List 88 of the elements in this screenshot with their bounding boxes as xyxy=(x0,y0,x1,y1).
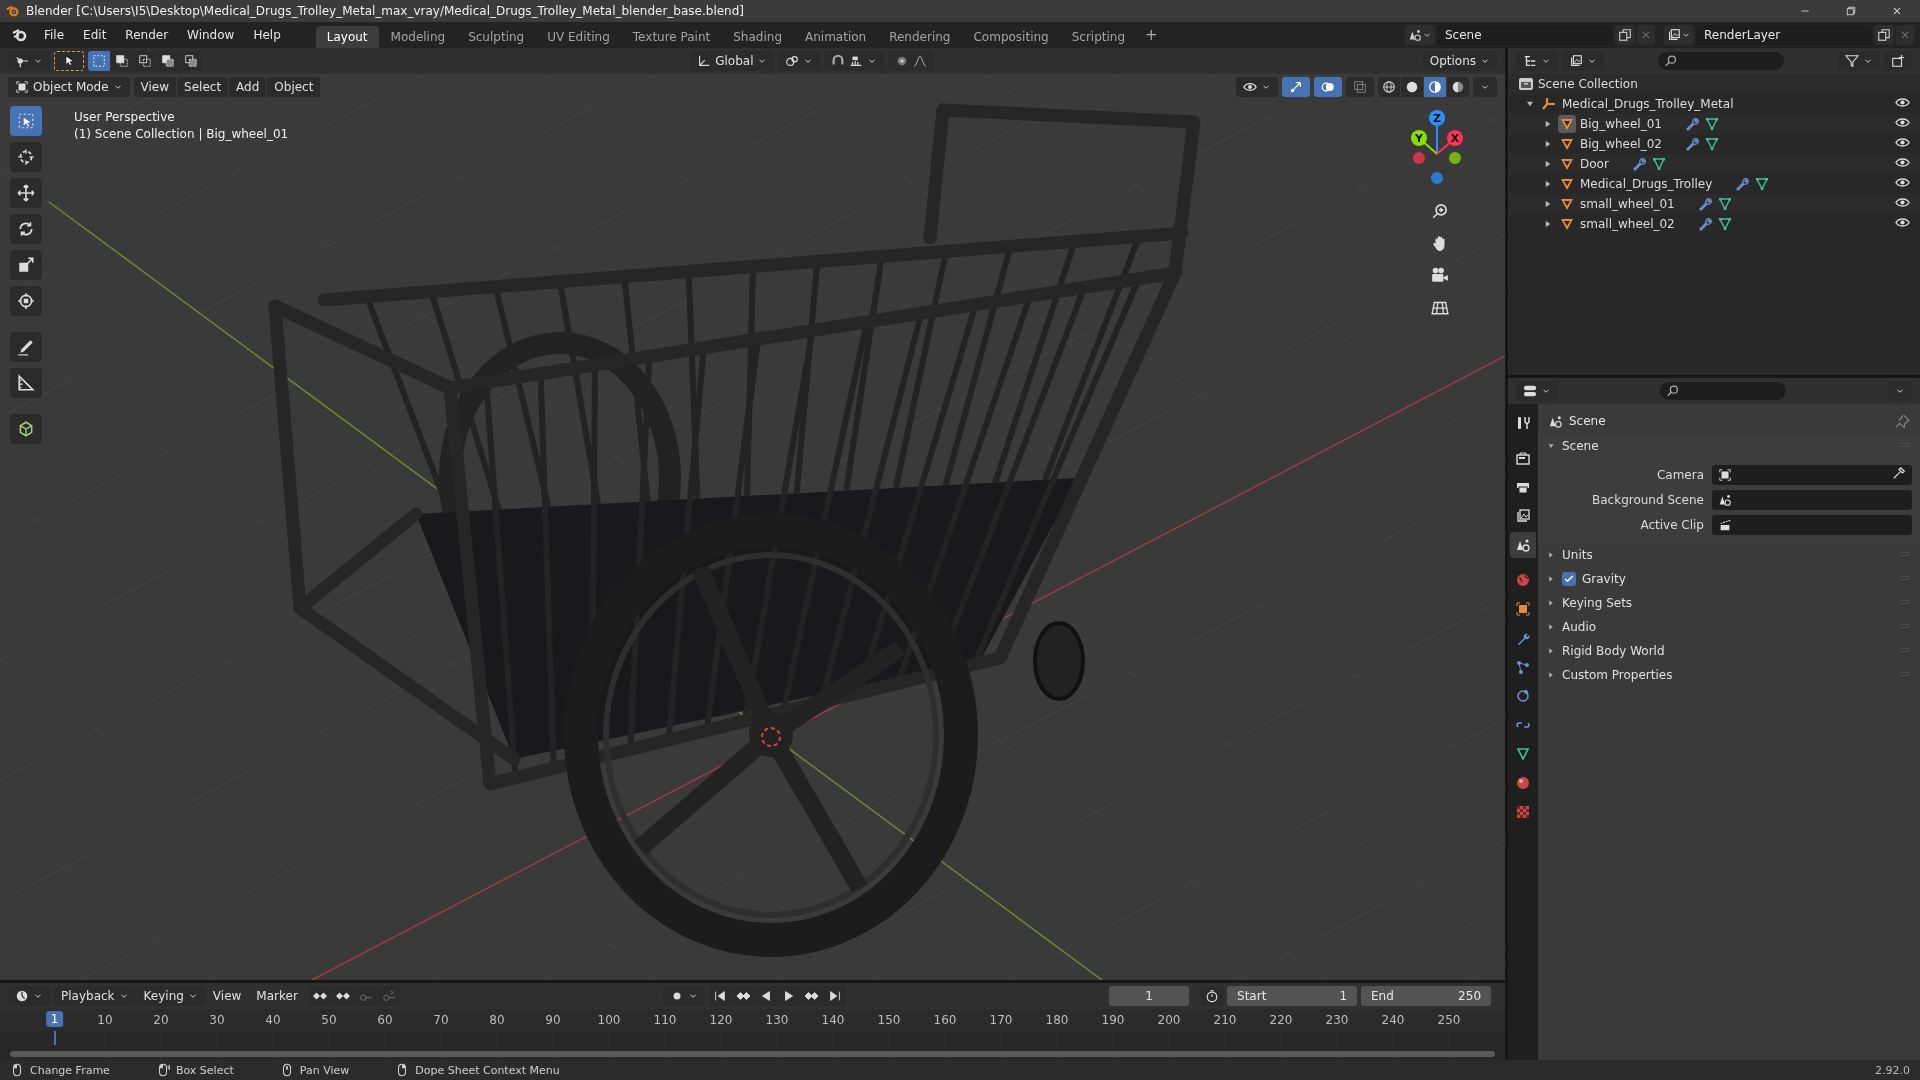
panel-title[interactable]: Keying Sets xyxy=(1562,596,1633,610)
frame-number: 160 xyxy=(933,1013,957,1027)
menu-item[interactable]: Edit xyxy=(74,25,116,45)
menu-item[interactable]: Window xyxy=(178,25,244,45)
status-hint: Pan View xyxy=(299,1063,350,1077)
workspace-tab[interactable]: Texture Paint xyxy=(621,26,722,48)
panel-title[interactable]: Audio xyxy=(1562,620,1597,634)
menu-item[interactable]: File xyxy=(35,25,74,45)
frame-number: 230 xyxy=(1325,1013,1349,1027)
frame-number: 250 xyxy=(1437,1013,1461,1027)
viewport-menu[interactable]: Object xyxy=(267,77,321,97)
axis-handle[interactable]: X xyxy=(1447,130,1463,146)
outliner-item[interactable]: Big_wheel_02 xyxy=(1580,137,1662,151)
viewport-menu[interactable]: View xyxy=(133,77,177,97)
menu-item[interactable]: Help xyxy=(244,25,290,45)
field-label: Camera xyxy=(1655,467,1704,482)
frame-number: 20 xyxy=(153,1013,169,1027)
workspace-tab[interactable]: Layout xyxy=(315,26,379,48)
playhead-frame-indicator[interactable]: 1 xyxy=(45,1011,64,1027)
frame-number: 100 xyxy=(597,1013,621,1027)
frame-number: 50 xyxy=(321,1013,337,1027)
viewport-menu[interactable]: Select xyxy=(177,77,229,97)
frame-number: 90 xyxy=(545,1013,561,1027)
add-workspace-button[interactable]: + xyxy=(1137,26,1166,44)
status-hint: Box Select xyxy=(175,1063,234,1077)
workspace-tab[interactable]: Scripting xyxy=(1060,26,1137,48)
frame-number: 170 xyxy=(989,1013,1013,1027)
panel-title[interactable]: Gravity xyxy=(1582,572,1626,586)
frame-number: 190 xyxy=(1101,1013,1125,1027)
context-path: Scene xyxy=(1569,414,1606,428)
frame-number: 140 xyxy=(821,1013,845,1027)
options-dropdown[interactable]: Options xyxy=(1422,51,1497,71)
outliner-item[interactable]: small_wheel_02 xyxy=(1580,217,1675,231)
timeline-menu[interactable]: Marker xyxy=(249,986,305,1006)
frame-number: 180 xyxy=(1045,1013,1069,1027)
workspace-tab[interactable]: Rendering xyxy=(878,26,962,48)
workspace-tab[interactable]: Animation xyxy=(794,26,878,48)
frame-number: 200 xyxy=(1157,1013,1181,1027)
outliner-item[interactable]: small_wheel_01 xyxy=(1580,197,1675,211)
frame-number: 150 xyxy=(877,1013,901,1027)
outliner-item[interactable]: Door xyxy=(1580,157,1609,171)
timeline-menu[interactable]: Playback xyxy=(54,986,136,1006)
version-label: 2.92.0 xyxy=(1875,1063,1910,1077)
viewport-menu[interactable]: Add xyxy=(229,77,267,97)
mode-dropdown[interactable]: Object Mode xyxy=(8,77,130,97)
current-frame-field[interactable]: 1 xyxy=(1109,986,1189,1006)
frame-number: 10 xyxy=(97,1013,113,1027)
start-frame-field[interactable]: Start 1 xyxy=(1227,986,1357,1006)
workspace-tab[interactable]: Compositing xyxy=(962,26,1060,48)
panel-title[interactable]: Rigid Body World xyxy=(1562,644,1665,658)
axis-handle[interactable]: Y xyxy=(1411,130,1427,146)
frame-number: 70 xyxy=(433,1013,449,1027)
frame-number: 40 xyxy=(265,1013,281,1027)
scene-field[interactable]: Scene xyxy=(1437,25,1613,45)
frame-number: 120 xyxy=(709,1013,733,1027)
field-label: Background Scene xyxy=(1591,492,1704,507)
view-layer-field[interactable]: RenderLayer xyxy=(1696,25,1872,45)
status-hint: Change Frame xyxy=(30,1063,110,1077)
frame-number: 130 xyxy=(765,1013,789,1027)
panel-title[interactable]: Scene xyxy=(1562,439,1599,453)
frame-number: 210 xyxy=(1213,1013,1237,1027)
axis-handle[interactable]: Z xyxy=(1429,110,1445,126)
window-title: Blender [C:\Users\I5\Desktop\Medical_Drugs_Trolley_Metal_max_vray/Medical_Drugs_Trolley_Metal_blender_base.blend] xyxy=(26,4,744,18)
frame-number: 80 xyxy=(489,1013,505,1027)
timeline-menu[interactable]: View xyxy=(205,986,249,1006)
frame-number: 60 xyxy=(377,1013,393,1027)
timeline-menu[interactable]: Keying xyxy=(136,986,205,1006)
viewport-info-text: (1) Scene Collection | Big_wheel_01 xyxy=(74,127,289,141)
workspace-tab[interactable]: Sculpting xyxy=(457,26,536,48)
outliner-item[interactable]: Scene Collection xyxy=(1538,77,1638,91)
menu-item[interactable]: Render xyxy=(116,25,178,45)
outliner-item[interactable]: Big_wheel_01 xyxy=(1580,117,1662,131)
workspace-tab[interactable]: UV Editing xyxy=(536,26,621,48)
panel-title[interactable]: Custom Properties xyxy=(1562,668,1673,682)
viewport-info-text: User Perspective xyxy=(74,110,175,124)
status-hint: Dope Sheet Context Menu xyxy=(415,1063,560,1077)
end-frame-field[interactable]: End 250 xyxy=(1361,986,1491,1006)
outliner-item[interactable]: Medical_Drugs_Trolley_Metal xyxy=(1562,97,1734,111)
field-label: Active Clip xyxy=(1639,517,1704,532)
frame-number: 30 xyxy=(209,1013,225,1027)
frame-number: 240 xyxy=(1381,1013,1405,1027)
outliner-item[interactable]: Medical_Drugs_Trolley xyxy=(1580,177,1713,191)
workspace-tab[interactable]: Shading xyxy=(722,26,793,48)
workspace-tab[interactable]: Modeling xyxy=(379,26,457,48)
transform-orientation-dropdown[interactable]: Global xyxy=(690,51,775,71)
panel-title[interactable]: Units xyxy=(1562,548,1593,562)
frame-number: 220 xyxy=(1269,1013,1293,1027)
frame-number: 110 xyxy=(653,1013,677,1027)
